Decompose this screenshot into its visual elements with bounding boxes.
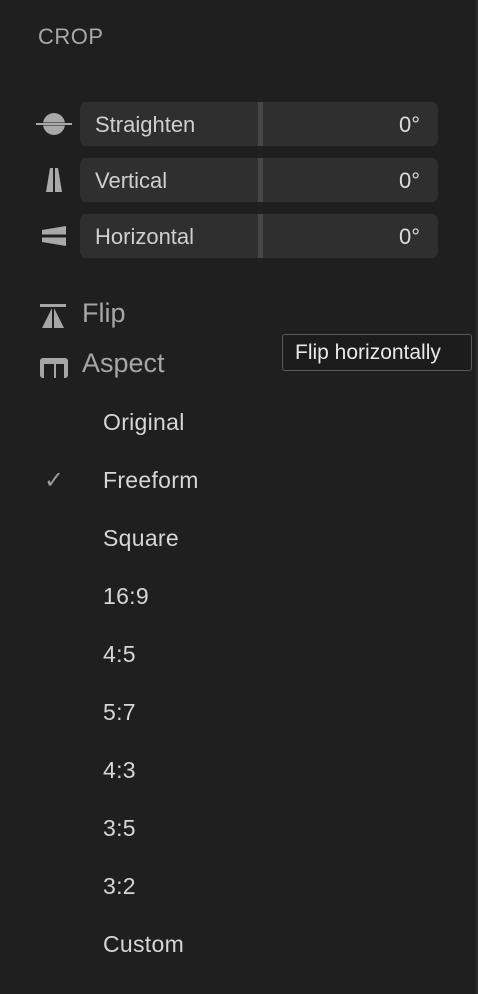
vertical-perspective-icon (36, 166, 72, 194)
flip-label: Flip (82, 298, 126, 328)
slider-center-mark (258, 102, 263, 146)
aspect-option[interactable]: 5:7 (40, 692, 340, 732)
aspect-option-label: 3:5 (103, 815, 136, 841)
aspect-option-label: 4:5 (103, 641, 136, 667)
vertical-label: Vertical (95, 168, 168, 193)
aspect-option[interactable]: Original (40, 402, 340, 442)
vertical-row: Vertical 0° (36, 158, 440, 202)
aspect-option-label: Original (103, 409, 185, 435)
section-title: CROP (38, 24, 104, 49)
aspect-option[interactable]: Custom (40, 924, 340, 964)
horizontal-row: Horizontal 0° (36, 214, 440, 258)
horizontal-label: Horizontal (95, 224, 195, 249)
checkmark-icon: ✓ (44, 467, 65, 494)
aspect-option[interactable]: 3:2 (40, 866, 340, 906)
aspect-option-label: Freeform (103, 467, 199, 493)
straighten-row: Straighten 0° (36, 102, 440, 146)
aspect-option-label: 3:2 (103, 873, 136, 899)
slider-center-mark (258, 158, 263, 202)
straighten-icon (36, 110, 72, 138)
aspect-option-label: 4:3 (103, 757, 136, 783)
straighten-label: Straighten (95, 112, 196, 137)
aspect-option[interactable]: 3:5 (40, 808, 340, 848)
aspect-option[interactable]: 4:3 (40, 750, 340, 790)
flip-icon (38, 302, 72, 330)
flip-tooltip: Flip horizontally (282, 334, 472, 371)
aspect-icon (38, 352, 72, 380)
aspect-option[interactable]: 4:5 (40, 634, 340, 674)
slider-center-mark (258, 214, 263, 258)
aspect-option-label: Square (103, 525, 179, 551)
straighten-slider[interactable]: Straighten 0° (80, 102, 438, 146)
horizontal-perspective-icon (36, 222, 72, 250)
straighten-value: 0° (398, 112, 420, 137)
horizontal-value: 0° (398, 224, 420, 249)
vertical-slider[interactable]: Vertical 0° (80, 158, 438, 202)
vertical-value: 0° (398, 168, 420, 193)
aspect-option-label: 16:9 (103, 583, 149, 609)
aspect-option-label: Custom (103, 931, 185, 957)
horizontal-slider[interactable]: Horizontal 0° (80, 214, 438, 258)
aspect-option[interactable]: ✓ Freeform (40, 460, 340, 500)
aspect-option-label: 5:7 (103, 699, 136, 725)
aspect-option[interactable]: 16:9 (40, 576, 340, 616)
tooltip-text: Flip horizontally (295, 341, 441, 364)
aspect-option[interactable]: Square (40, 518, 340, 558)
aspect-label: Aspect (82, 348, 165, 378)
